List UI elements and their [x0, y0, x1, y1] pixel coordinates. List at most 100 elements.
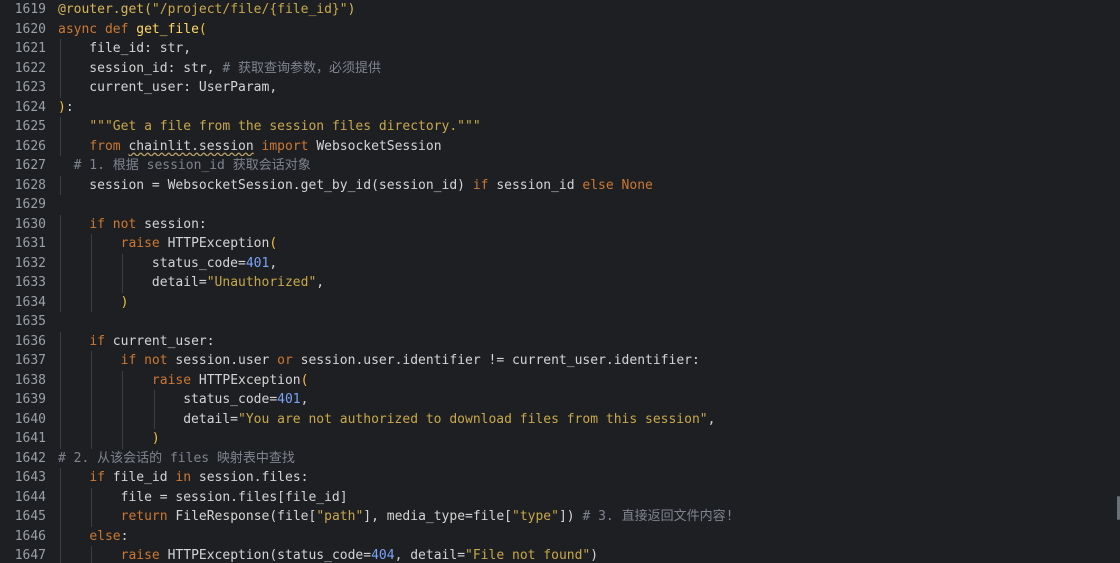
code-line[interactable]: 1639 status_code=401, — [0, 390, 1120, 410]
code-token-default — [58, 373, 152, 388]
code-line[interactable]: 1636 if current_user: — [0, 331, 1120, 352]
code-token-decorator: @router.get( — [58, 2, 152, 17]
code-token-default: session_id: str, — [58, 60, 223, 76]
code-editor[interactable]: 1619 @router.get("/project/file/{file_id}… — [0, 0, 1120, 563]
code-line[interactable]: 1633 detail="Unauthorized", — [0, 273, 1120, 293]
code-line[interactable]: 1626 from chainlit.session import Websoc… — [0, 136, 1120, 157]
code-token-keyword: async def — [58, 21, 137, 37]
code-text[interactable]: """Get a file from the session files dir… — [58, 117, 1120, 137]
code-line[interactable]: 1635 — [0, 312, 1120, 332]
code-token-keyword: None — [621, 177, 653, 193]
code-text[interactable]: ): — [58, 98, 1120, 118]
code-text[interactable]: ) — [58, 429, 1120, 449]
code-text[interactable]: ) — [58, 293, 1120, 313]
code-line[interactable]: 1619 @router.get("/project/file/{file_id}… — [0, 0, 1120, 20]
code-text[interactable]: detail="Unauthorized", — [58, 273, 1120, 293]
code-line[interactable]: 1638 raise HTTPException( — [0, 370, 1120, 391]
code-line[interactable]: 1621 file_id: str, — [0, 39, 1120, 59]
code-token-default: current_user: — [112, 333, 215, 349]
code-line[interactable]: 1637 if not session.user or session.user… — [0, 351, 1120, 371]
code-token-number: 401 — [277, 392, 301, 407]
code-token-keyword: if — [89, 333, 113, 349]
code-text[interactable]: # 1. 根据 session_id 获取会话对象 — [58, 156, 1120, 176]
code-text[interactable]: file_id: str, — [58, 39, 1120, 59]
code-line[interactable]: 1642 # 2. 从该会话的 files 映射表中查找 — [0, 449, 1120, 469]
code-line[interactable]: 1624): — [0, 98, 1120, 118]
vertical-scrollbar[interactable] — [1116, 0, 1120, 563]
code-token-default — [58, 119, 89, 134]
line-number: 1624 — [14, 99, 46, 115]
code-line[interactable]: 1627 # 1. 根据 session_id 获取会话对象 — [0, 156, 1120, 176]
code-line[interactable]: 1632 status_code=401, — [0, 253, 1120, 274]
code-line[interactable]: 1628 session = WebsocketSession.get_by_i… — [0, 175, 1120, 196]
line-number: 1642 — [14, 450, 46, 466]
code-text[interactable]: raise HTTPException( — [58, 371, 1120, 391]
code-text[interactable]: status_code=401, — [58, 254, 1120, 274]
code-text[interactable]: return FileResponse(file["path"], media_… — [58, 507, 1120, 527]
code-text[interactable]: else: — [58, 527, 1120, 547]
code-token-default: , — [269, 255, 278, 271]
code-line[interactable]: 1640 detail="You are not authorized to d… — [0, 409, 1120, 430]
code-line[interactable]: 1645 return FileResponse(file["path"], m… — [0, 507, 1120, 527]
code-text[interactable]: current_user: UserParam, — [58, 78, 1120, 98]
code-text[interactable]: from chainlit.session import WebsocketSe… — [58, 137, 1120, 157]
code-line[interactable]: 1620 async def get_file( — [0, 20, 1120, 40]
code-line[interactable]: 1631 raise HTTPException( — [0, 234, 1120, 254]
code-text[interactable]: detail="You are not authorized to downlo… — [58, 410, 1120, 430]
code-lines[interactable]: 1619 @router.get("/project/file/{file_id}… — [0, 0, 1120, 563]
code-text[interactable]: raise HTTPException( — [58, 234, 1120, 254]
code-token-paren: ) — [151, 431, 160, 446]
code-text[interactable]: if not session.user or session.user.iden… — [58, 351, 1120, 371]
code-token-default: file_id: str, — [58, 41, 192, 56]
code-token-comment: # 1. 根据 session_id 获取会话对象 — [58, 158, 311, 173]
code-token-keyword: return — [120, 509, 176, 524]
code-token-string: "File not found" — [465, 548, 591, 563]
code-token-default — [58, 548, 121, 563]
code-token-comment: # 获取查询参数，必须提供 — [222, 60, 382, 76]
code-line[interactable]: 1629 — [0, 195, 1120, 215]
line-number: 1630 — [14, 216, 46, 232]
line-number: 1638 — [14, 372, 46, 388]
code-text[interactable]: if not session: — [58, 215, 1120, 235]
code-line[interactable]: 1641 ) — [0, 429, 1120, 449]
code-line[interactable]: 1622 session_id: str, # 获取查询参数，必须提供 — [0, 58, 1120, 79]
code-text[interactable]: file = session.files[file_id] — [58, 488, 1120, 508]
code-line[interactable]: 1646 else: — [0, 526, 1120, 547]
line-number: 1629 — [14, 197, 46, 212]
code-token-string: "type" — [512, 509, 559, 524]
line-number: 1633 — [14, 275, 46, 290]
line-number: 1640 — [14, 411, 46, 427]
code-token-string: """Get a file from the session files dir… — [89, 119, 481, 134]
code-line[interactable]: 1644 file = session.files[file_id] — [0, 487, 1120, 508]
code-line[interactable]: 1643 if file_id in session.files: — [0, 468, 1120, 488]
code-token-default — [58, 509, 121, 524]
line-number: 1620 — [14, 21, 46, 37]
code-text[interactable]: async def get_file( — [58, 20, 1120, 40]
line-number: 1636 — [14, 333, 46, 349]
code-token-keyword: raise — [120, 548, 168, 563]
code-token-default: ) — [590, 548, 599, 563]
code-text[interactable]: status_code=401, — [58, 390, 1120, 410]
code-token-string: "path" — [316, 509, 364, 524]
code-line[interactable]: 1625 """Get a file from the session file… — [0, 117, 1120, 137]
code-token-default: WebsocketSession — [316, 138, 442, 154]
code-token-default — [58, 353, 121, 368]
code-line[interactable]: 1634 ) — [0, 292, 1120, 313]
code-text[interactable]: session = WebsocketSession.get_by_id(ses… — [58, 176, 1120, 196]
code-text[interactable]: @router.get("/project/file/{file_id}") — [58, 0, 1120, 20]
code-line[interactable]: 1623 current_user: UserParam, — [0, 78, 1120, 98]
code-token-keyword: else — [89, 528, 121, 544]
line-number: 1621 — [14, 41, 46, 56]
code-text[interactable]: raise HTTPException(status_code=404, det… — [58, 546, 1120, 563]
code-token-default: HTTPException — [198, 372, 301, 388]
code-text[interactable]: if file_id in session.files: — [58, 468, 1120, 488]
code-token-default: current_user: UserParam, — [58, 80, 278, 95]
code-token-default — [58, 295, 121, 310]
code-text[interactable]: if current_user: — [58, 332, 1120, 352]
line-number: 1626 — [14, 138, 46, 154]
code-text[interactable]: session_id: str, # 获取查询参数，必须提供 — [58, 59, 1120, 79]
code-token-paren: ( — [269, 236, 278, 251]
code-line[interactable]: 1630 if not session: — [0, 214, 1120, 235]
code-line[interactable]: 1647 raise HTTPException(status_code=404… — [0, 546, 1120, 563]
code-text[interactable]: # 2. 从该会话的 files 映射表中查找 — [58, 449, 1120, 469]
